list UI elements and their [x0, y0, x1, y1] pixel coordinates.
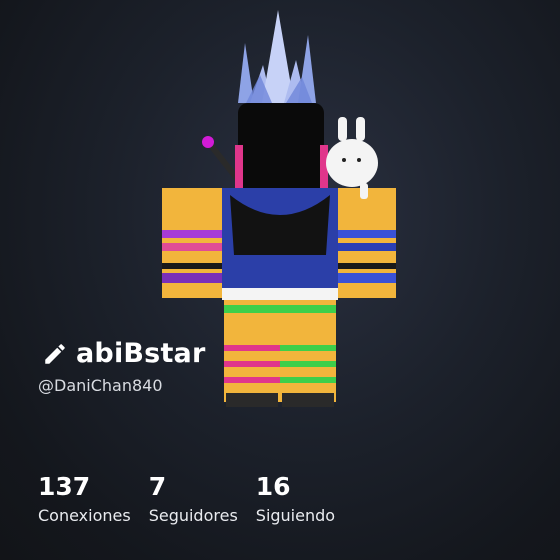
connections-count: 137: [38, 472, 91, 501]
profile-header: abiBstar @DaniChan840 137 Conexiones 7 S…: [0, 0, 560, 560]
connections-label: Conexiones: [38, 506, 131, 525]
name-row: abiBstar: [42, 338, 206, 369]
following-label: Siguiendo: [255, 506, 336, 525]
crown-accessory: [238, 10, 316, 103]
username: @DaniChan840: [38, 376, 163, 395]
followers-label: Seguidores: [148, 506, 238, 525]
pencil-icon[interactable]: [42, 341, 68, 367]
bunny-pet: [326, 117, 378, 199]
following-count: 16: [255, 472, 291, 501]
stat-connections[interactable]: 137 Conexiones: [38, 472, 131, 525]
stat-followers[interactable]: 7 Seguidores: [149, 472, 238, 525]
display-name: abiBstar: [76, 338, 206, 369]
stat-following[interactable]: 16 Siguiendo: [256, 472, 335, 525]
stats-row: 137 Conexiones 7 Seguidores 16 Siguiendo: [38, 472, 353, 525]
followers-count: 7: [148, 472, 167, 501]
